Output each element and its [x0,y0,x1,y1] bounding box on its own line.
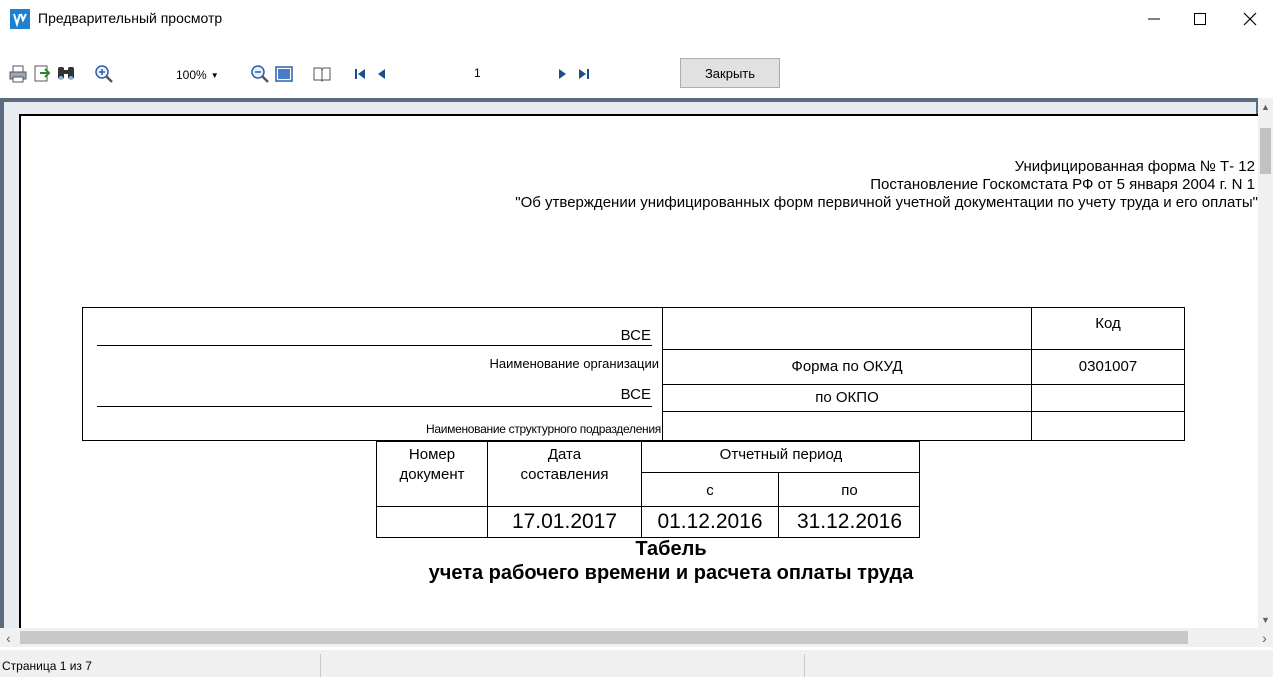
page-number-input[interactable] [470,62,550,84]
vertical-scroll-thumb[interactable] [1260,128,1271,174]
report-subtitle: учета рабочего времени и расчета оплаты … [428,562,914,584]
last-page-icon[interactable] [574,64,594,84]
maximize-icon [1194,13,1206,25]
date-header-1: Дата [547,446,582,463]
zoom-select[interactable]: 100% ▼ [176,66,219,84]
okud-label: Форма по ОКУД [791,358,903,375]
number-header-1: Номер [408,446,456,463]
zoom-out-icon[interactable] [250,64,270,84]
org-name-value: ВСЕ [620,327,651,344]
close-window-button[interactable] [1227,0,1273,38]
scroll-right-icon[interactable]: › [1256,628,1273,647]
zoom-value: 100% [176,68,207,82]
app-icon [10,9,30,29]
toolbar-separator [340,62,341,86]
first-page-icon[interactable] [350,64,370,84]
page-status: Страница 1 из 7 [2,659,92,673]
horizontal-scroll-thumb[interactable] [20,631,1188,644]
division-value: ВСЕ [620,386,651,403]
title-bar: Предварительный просмотр [0,0,1273,38]
scroll-up-icon[interactable]: ▲ [1258,98,1273,115]
page-width-icon[interactable] [274,64,294,84]
toolbar: 100% ▼ [0,54,1273,98]
horizontal-scrollbar[interactable]: ‹ › [0,628,1273,647]
close-button[interactable]: Закрыть [680,58,780,88]
scroll-down-icon[interactable]: ▼ [1258,611,1273,628]
close-icon [1243,12,1257,26]
form-decree-title: "Об утверждении унифицированных форм пер… [515,194,1258,211]
division-caption: Наименование структурного подразделения [426,422,661,436]
window-title: Предварительный просмотр [38,10,223,26]
form-decree: Постановление Госкомстата РФ от 5 января… [870,176,1255,193]
date-value: 17.01.2017 [511,510,618,533]
toolbar-separator [302,62,303,86]
org-name-caption: Наименование организации [489,356,659,371]
minimize-button[interactable] [1131,0,1177,38]
date-header-2: составления [520,466,609,483]
book-icon[interactable] [312,64,332,84]
zoom-in-icon[interactable] [94,64,114,84]
period-header: Отчетный период [719,446,843,463]
from-value: 01.12.2016 [657,510,763,533]
next-page-icon[interactable] [552,64,572,84]
code-header: Код [1095,315,1121,332]
report-title: Табель [635,538,707,560]
form-number: Унифицированная форма № Т- 12 [1014,158,1255,175]
chevron-down-icon: ▼ [210,70,219,80]
toolbar-separator [84,62,85,86]
prev-page-icon[interactable] [372,64,392,84]
find-icon[interactable] [56,64,76,84]
number-header-2: документ [399,466,465,483]
export-icon[interactable] [32,64,52,84]
print-icon[interactable] [8,64,28,84]
scroll-left-icon[interactable]: ‹ [0,628,17,647]
to-value: 31.12.2016 [796,510,903,533]
vertical-scrollbar[interactable]: ▲ ▼ [1258,98,1273,628]
okpo-label: по ОКПО [815,389,879,406]
maximize-button[interactable] [1177,0,1223,38]
minimize-icon [1148,18,1160,20]
preview-area: Унифицированная форма № Т- 12 Постановле… [0,98,1273,632]
status-bar: Страница 1 из 7 [0,650,1273,677]
okud-value: 0301007 [1078,358,1138,375]
to-header: по [841,482,858,499]
report-page: Унифицированная форма № Т- 12 Постановле… [19,114,1260,632]
from-header: с [706,482,714,499]
